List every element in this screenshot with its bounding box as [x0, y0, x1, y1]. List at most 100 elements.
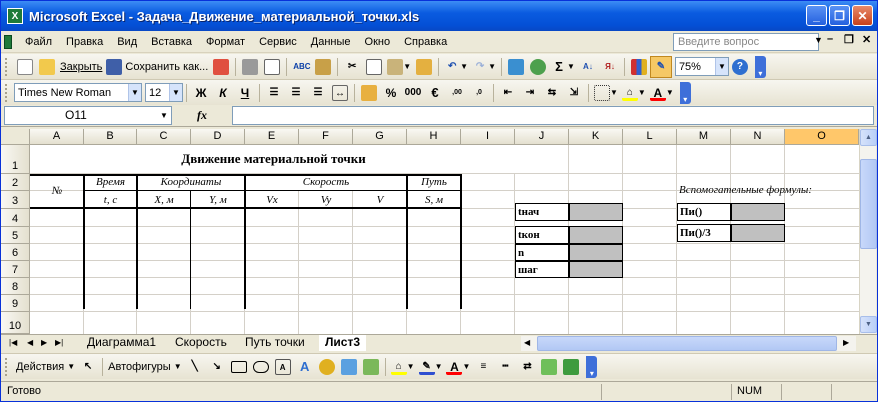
hyperlink-button[interactable] — [505, 56, 527, 78]
percent-button[interactable]: % — [380, 82, 402, 104]
chevron-down-icon[interactable]: ▼ — [157, 107, 171, 124]
line-button[interactable]: ╲ — [184, 356, 206, 378]
excel-app-icon[interactable]: X — [7, 8, 23, 24]
column-header[interactable]: E — [245, 129, 299, 145]
print-button[interactable] — [239, 56, 261, 78]
copy-button[interactable] — [363, 56, 385, 78]
column-header[interactable]: C — [137, 129, 191, 145]
menu-file[interactable]: Файл — [18, 33, 59, 51]
chart-wizard-button[interactable] — [628, 56, 650, 78]
font-color-button[interactable]: A ▼ — [648, 82, 676, 104]
menu-format[interactable]: Формат — [199, 33, 252, 51]
row-header[interactable]: 8 — [1, 278, 30, 295]
column-header[interactable]: D — [191, 129, 245, 145]
font-size-select[interactable]: 12 ▼ — [145, 83, 183, 102]
doc-close-button[interactable]: ✕ — [862, 33, 871, 46]
toolbar-options-button[interactable]: ▾ — [679, 81, 691, 104]
header-time[interactable]: Время — [84, 174, 137, 190]
name-box[interactable]: O11 ▼ — [4, 106, 172, 125]
unit-y[interactable]: Y, м — [191, 191, 245, 208]
menu-view[interactable]: Вид — [110, 33, 144, 51]
fill-color-button[interactable]: ⌂ ▼ — [620, 82, 648, 104]
doc-minimize-button[interactable]: – — [827, 33, 833, 45]
horizontal-scroll-thumb[interactable] — [537, 336, 837, 351]
text-direction-button[interactable]: ⇆ — [541, 82, 563, 104]
shadow-button[interactable] — [538, 356, 560, 378]
picture-button[interactable] — [360, 356, 382, 378]
column-header[interactable]: I — [461, 129, 515, 145]
help-button[interactable]: ? — [729, 56, 751, 78]
column-header[interactable]: G — [353, 129, 407, 145]
menu-edit[interactable]: Правка — [59, 33, 110, 51]
next-sheet-icon[interactable]: ▶ — [41, 338, 47, 347]
toolbar-options-button[interactable]: ▾ — [586, 355, 598, 378]
column-header-selected[interactable]: O — [785, 129, 859, 145]
aux-pi-value[interactable] — [731, 203, 785, 221]
header-speed[interactable]: Скорость — [245, 174, 407, 190]
column-header[interactable]: J — [515, 129, 569, 145]
chevron-down-icon[interactable]: ▼ — [714, 58, 728, 75]
oval-button[interactable] — [250, 356, 272, 378]
rectangle-button[interactable] — [228, 356, 250, 378]
row-header[interactable]: 3 — [1, 191, 30, 209]
column-header[interactable]: M — [677, 129, 731, 145]
header-number[interactable]: № — [30, 174, 84, 208]
scroll-down-icon[interactable]: ▼ — [860, 316, 877, 333]
menu-tools[interactable]: Сервис — [252, 33, 304, 51]
column-header[interactable]: B — [84, 129, 137, 145]
arrow-button[interactable]: ↘ — [206, 356, 228, 378]
column-header[interactable]: K — [569, 129, 623, 145]
underline-button[interactable]: Ч — [234, 82, 256, 104]
currency-button[interactable] — [358, 82, 380, 104]
vertical-scrollbar[interactable]: ▲ ▼ — [859, 129, 877, 334]
autoshapes-menu[interactable]: Автофигуры ▼ — [106, 356, 184, 378]
font-name-select[interactable]: Times New Roman ▼ — [14, 83, 142, 102]
sort-asc-button[interactable]: A↓ — [577, 56, 599, 78]
cut-button[interactable]: ✂ — [341, 56, 363, 78]
research-button[interactable] — [312, 56, 334, 78]
aux-pi3-value[interactable] — [731, 224, 785, 242]
insert-function-icon[interactable]: fx — [172, 108, 232, 123]
column-header[interactable]: H — [407, 129, 461, 145]
bold-button[interactable]: Ж — [190, 82, 212, 104]
header-coordinates[interactable]: Координаты — [137, 174, 245, 190]
shrink-text-button[interactable]: ⇲ — [563, 82, 585, 104]
print-preview-button[interactable] — [261, 56, 283, 78]
wordart-button[interactable]: A — [294, 356, 316, 378]
row-header[interactable]: 4 — [1, 209, 30, 227]
open-button[interactable] — [36, 56, 58, 78]
menu-insert[interactable]: Вставка — [144, 33, 199, 51]
unit-vy[interactable]: Vy — [299, 191, 353, 208]
param-n-value[interactable] — [569, 244, 623, 261]
tab-path[interactable]: Путь точки — [239, 335, 311, 351]
autosum-button[interactable]: Σ ▼ — [549, 56, 577, 78]
unit-s[interactable]: S, м — [407, 191, 461, 208]
new-button[interactable] — [14, 56, 36, 78]
zoom-select[interactable]: 75% ▼ — [674, 57, 729, 76]
row-header[interactable]: 1 — [1, 145, 30, 174]
thousands-button[interactable]: 000 — [402, 82, 424, 104]
paste-button[interactable]: ▼ — [385, 56, 413, 78]
help-search-input[interactable]: Введите вопрос — [673, 33, 819, 51]
aux-pi[interactable]: Пи() — [677, 203, 731, 221]
menu-grip[interactable] — [4, 33, 18, 51]
title-bar[interactable]: X Microsoft Excel - Задача_Движение_мате… — [1, 1, 877, 31]
horizontal-scrollbar[interactable]: ◀ ▶ — [521, 336, 856, 351]
save-as-button[interactable]: Сохранить как... — [104, 56, 210, 78]
prev-sheet-icon[interactable]: ◀ — [27, 338, 33, 347]
param-tkon[interactable]: tкон — [515, 226, 569, 244]
select-all-corner[interactable] — [1, 129, 30, 145]
scroll-left-icon[interactable]: ◀ — [524, 338, 530, 347]
unit-t[interactable]: t, с — [84, 191, 137, 208]
permission-button[interactable] — [210, 56, 232, 78]
draw-font-color-button[interactable]: A ▼ — [444, 356, 472, 378]
dash-style-button[interactable]: ┅ — [494, 356, 516, 378]
select-objects-button[interactable]: ↖ — [77, 356, 99, 378]
borders-button[interactable]: ▼ — [592, 82, 620, 104]
scroll-up-icon[interactable]: ▲ — [860, 129, 877, 146]
clipart-button[interactable] — [338, 356, 360, 378]
column-header[interactable]: A — [30, 129, 84, 145]
align-left-button[interactable]: ☰ — [263, 82, 285, 104]
param-shag-value[interactable] — [569, 261, 623, 278]
menu-window[interactable]: Окно — [358, 33, 398, 51]
